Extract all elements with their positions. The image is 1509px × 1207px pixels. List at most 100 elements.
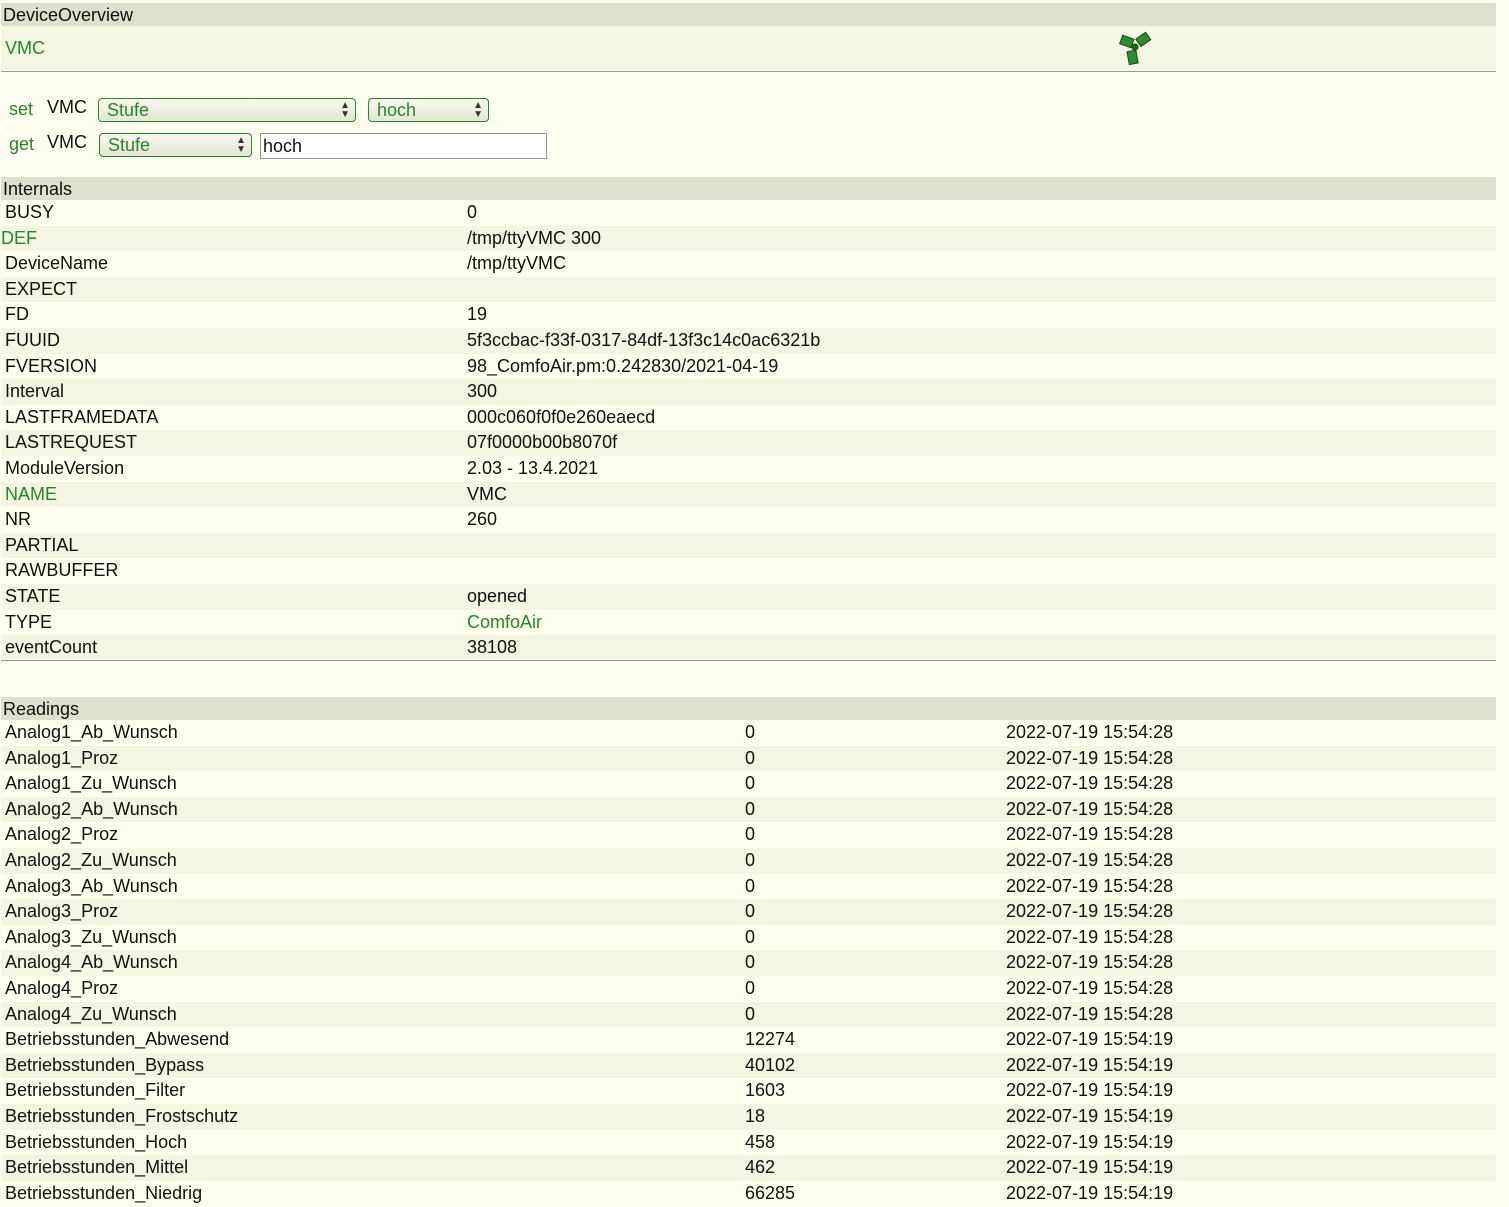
reading-timestamp: 2022-07-19 15:54:28 (1006, 747, 1174, 768)
internal-value[interactable]: ComfoAir (467, 610, 542, 636)
reading-row: Betriebsstunden_Hoch 458 2022-07-19 15:54:… (1, 1129, 1496, 1156)
set-command-link[interactable]: set (9, 99, 33, 120)
reading-value: 458 (745, 1131, 776, 1152)
reading-value: 0 (745, 747, 756, 768)
reading-timestamp: 2022-07-19 15:54:19 (1006, 1029, 1174, 1050)
reading-timestamp: 2022-07-19 15:54:28 (1006, 1003, 1174, 1024)
reading-row: Analog4_Proz 0 2022-07-19 15:54:28 (1, 975, 1496, 1002)
get-command-select[interactable]: Stufe ▲ ▼ (99, 133, 252, 157)
reading-row: Analog2_Proz 0 2022-07-19 15:54:28 (1, 822, 1496, 848)
reading-value: 0 (745, 901, 756, 922)
reading-timestamp: 2022-07-19 15:54:28 (1006, 952, 1174, 973)
reading-timestamp: 2022-07-19 15:54:28 (1006, 875, 1174, 896)
internal-row: DEF/tmp/ttyVMC 300 (1, 225, 1496, 252)
select-arrows-icon: ▲ ▼ (340, 100, 350, 120)
internal-row: NR 260 (1, 507, 1496, 533)
get-command-link[interactable]: get (9, 134, 34, 155)
internal-name: Interval (5, 381, 65, 402)
reading-timestamp: 2022-07-19 15:54:19 (1006, 1080, 1174, 1101)
internal-value: opened (467, 585, 528, 606)
reading-row: Betriebsstunden_Bypass 40102 2022-07-19 15… (1, 1052, 1496, 1079)
internal-row: BUSY 0 (1, 200, 1496, 226)
set-value-select[interactable]: hoch ▲ ▼ (368, 98, 489, 122)
reading-value: 0 (745, 849, 756, 870)
reading-name: Analog2_Ab_Wunsch (5, 798, 178, 819)
set-value-select-value: hoch (377, 100, 417, 120)
internal-name[interactable]: NAME (5, 482, 57, 508)
reading-value: 40102 (745, 1054, 796, 1075)
internal-value: /tmp/ttyVMC (467, 253, 567, 274)
internal-value: 19 (467, 304, 488, 325)
internal-name: FUUID (5, 329, 60, 350)
reading-value: 0 (745, 798, 756, 819)
reading-name: Betriebsstunden_Mittel (5, 1157, 189, 1178)
internal-row: LASTREQUEST 07f0000b00b8070f (1, 430, 1496, 456)
reading-row: Analog3_Ab_Wunsch 0 2022-07-19 15:54:28 (1, 873, 1496, 900)
fan-icon[interactable] (1115, 31, 1155, 67)
internal-value: 5f3ccbac-f33f-0317-84df-13f3c14c0ac6321b (467, 329, 821, 350)
internals-header: Internals (1, 177, 1496, 201)
reading-timestamp: 2022-07-19 15:54:28 (1006, 977, 1174, 998)
internal-value: 000c060f0f0e260eaecd (467, 406, 656, 427)
reading-timestamp: 2022-07-19 15:54:28 (1006, 901, 1174, 922)
select-arrows-icon: ▲ ▼ (236, 135, 246, 155)
reading-row: Analog3_Proz 0 2022-07-19 15:54:28 (1, 899, 1496, 925)
reading-value: 12274 (745, 1029, 796, 1050)
reading-timestamp: 2022-07-19 15:54:19 (1006, 1054, 1174, 1075)
internal-value: 98_ComfoAir.pm:0.242830/2021-04-19 (467, 355, 779, 376)
internal-row: EXPECT (1, 276, 1496, 303)
reading-timestamp: 2022-07-19 15:54:28 (1006, 849, 1174, 870)
get-value-field[interactable]: hoch (260, 133, 547, 159)
internal-row: NAME VMC (1, 481, 1496, 508)
reading-row: Betriebsstunden_Mittel 462 2022-07-19 15:5… (1, 1155, 1496, 1181)
reading-row: Analog1_Proz 0 2022-07-19 15:54:28 (1, 745, 1496, 772)
internal-row: DeviceName/tmp/ttyVMC (1, 251, 1496, 277)
internal-row: RAWBUFFER (1, 558, 1496, 584)
reading-row: Analog2_Zu_Wunsch 0 2022-07-19 15:54:28 (1, 847, 1496, 874)
readings-table: Analog1_Ab_Wunsch 0 2022-07-19 15:54:28 Ana… (1, 720, 1496, 1207)
device-row: VMC (1, 26, 1496, 72)
device-overview-title: DeviceOverview (3, 5, 134, 25)
reading-name: Analog2_Proz (5, 824, 119, 845)
reading-value: 0 (745, 824, 756, 845)
reading-name: Analog4_Proz (5, 977, 119, 998)
reading-timestamp: 2022-07-19 15:54:28 (1006, 824, 1174, 845)
set-command-select[interactable]: Stufe ▲ ▼ (98, 98, 356, 122)
internals-table-divider (1, 660, 1496, 661)
internal-name: TYPE (5, 611, 53, 632)
reading-timestamp: 2022-07-19 15:54:28 (1006, 722, 1174, 742)
internal-name: RAWBUFFER (5, 560, 119, 581)
reading-name: Analog1_Zu_Wunsch (5, 773, 177, 794)
set-device-label: VMC (47, 97, 87, 117)
reading-row: Analog1_Zu_Wunsch 0 2022-07-19 15:54:28 (1, 771, 1496, 797)
select-arrows-icon: ▲ ▼ (473, 100, 483, 120)
reading-value: 0 (745, 977, 756, 998)
reading-name: Analog4_Zu_Wunsch (5, 1003, 177, 1024)
reading-name: Betriebsstunden_Abwesend (5, 1029, 230, 1050)
reading-timestamp: 2022-07-19 15:54:28 (1006, 798, 1174, 819)
reading-timestamp: 2022-07-19 15:54:28 (1006, 926, 1174, 947)
internal-name[interactable]: DEF (1, 226, 37, 252)
reading-row: Analog2_Ab_Wunsch 0 2022-07-19 15:54:28 (1, 796, 1496, 823)
internal-value: 38108 (467, 637, 518, 658)
reading-value: 462 (745, 1157, 776, 1178)
reading-timestamp: 2022-07-19 15:54:28 (1006, 773, 1174, 794)
reading-timestamp: 2022-07-19 15:54:19 (1006, 1157, 1174, 1178)
reading-timestamp: 2022-07-19 15:54:19 (1006, 1182, 1174, 1203)
internal-name: BUSY (5, 202, 55, 222)
reading-value: 0 (745, 875, 756, 896)
reading-name: Analog3_Zu_Wunsch (5, 926, 177, 947)
internal-name: LASTREQUEST (5, 432, 138, 453)
reading-name: Analog2_Zu_Wunsch (5, 849, 177, 870)
internal-name: EXPECT (5, 278, 78, 299)
set-command-select-value: Stufe (107, 100, 150, 120)
internal-name: ModuleVersion (5, 457, 125, 478)
internal-name: DeviceName (5, 253, 109, 274)
reading-value: 66285 (745, 1182, 796, 1203)
device-name-link[interactable]: VMC (5, 38, 45, 59)
internal-row: LASTFRAMEDATA 000c060f0f0e260eaecd (1, 404, 1496, 431)
internal-name: LASTFRAMEDATA (5, 406, 159, 427)
internal-row: STATE opened (1, 583, 1496, 610)
device-overview-header: DeviceOverview (1, 3, 1496, 27)
internals-table: BUSY 0 DEF/tmp/ttyVMC 300 DeviceName/tmp/tt… (1, 200, 1496, 661)
